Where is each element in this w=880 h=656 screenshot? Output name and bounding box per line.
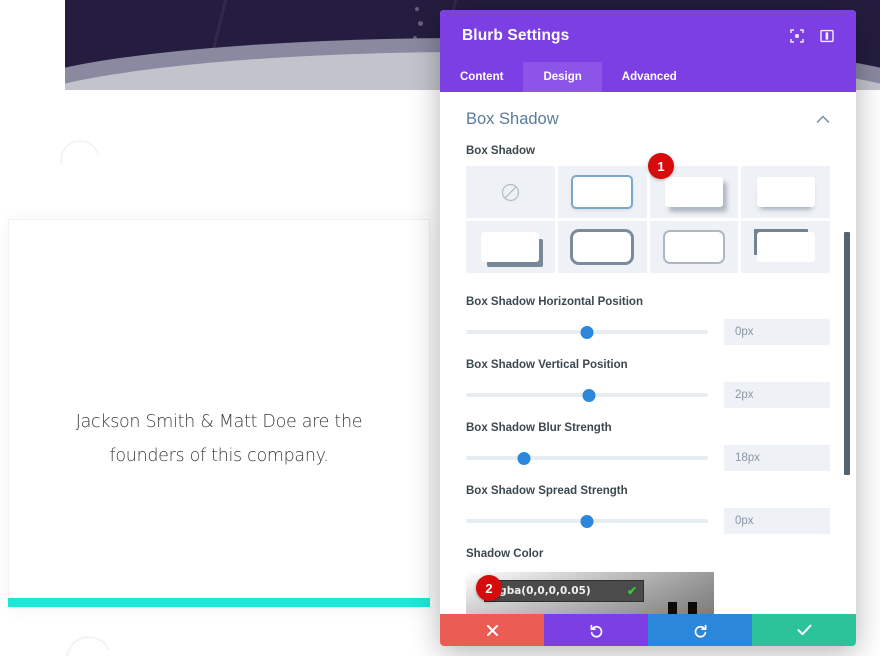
- preset-swatch: [756, 177, 815, 207]
- slider-track[interactable]: [466, 513, 708, 529]
- box-shadow-preset-none[interactable]: [466, 166, 555, 218]
- modal-tab-bar: Content Design Advanced: [440, 62, 856, 92]
- tab-design[interactable]: Design: [523, 62, 602, 92]
- slider-track-fill: [466, 456, 708, 460]
- preset-swatch: [664, 232, 723, 262]
- blurb-description: Jackson Smith & Matt Doe are the founder…: [75, 412, 363, 466]
- settings-scrollbar-track[interactable]: [844, 92, 853, 614]
- blurb-module[interactable]: Jackson Smith & Matt Doe are the founder…: [8, 219, 430, 607]
- redo-button[interactable]: [648, 614, 752, 646]
- box-shadow-preset-5[interactable]: [466, 221, 555, 273]
- undo-button[interactable]: [544, 614, 648, 646]
- box-shadow-preset-8[interactable]: [741, 221, 830, 273]
- preset-swatch: [573, 177, 632, 207]
- save-button[interactable]: [752, 614, 856, 646]
- settings-scrollbar-thumb[interactable]: [844, 232, 850, 475]
- slider-track[interactable]: [466, 324, 708, 340]
- slider-blur-strength: Box Shadow Blur Strength 18px: [466, 422, 830, 471]
- blurb-settings-modal: Blurb Settings Content Design Advanced B…: [440, 10, 856, 646]
- cancel-button[interactable]: [440, 614, 544, 646]
- slider-label: Box Shadow Horizontal Position: [466, 296, 643, 308]
- shadow-color-picker[interactable]: rgba(0,0,0,0.05) ✔ 2: [466, 572, 714, 614]
- slider-handle[interactable]: [517, 451, 531, 465]
- shadow-color-input[interactable]: rgba(0,0,0,0.05) ✔: [484, 580, 644, 602]
- tab-content[interactable]: Content: [440, 62, 523, 92]
- slider-spread-strength: Box Shadow Spread Strength 0px: [466, 485, 830, 534]
- blurb-accent-bar: [8, 598, 430, 607]
- box-shadow-preset-4[interactable]: [741, 166, 830, 218]
- modal-body: Box Shadow Box Shadow 1 Box Shadow Horiz…: [440, 92, 856, 614]
- slider-horizontal-position: Box Shadow Horizontal Position 0px: [466, 296, 830, 345]
- box-shadow-preset-grid: 1: [466, 153, 830, 273]
- hero-dot: [415, 7, 419, 11]
- slider-value-input[interactable]: 2px: [724, 382, 830, 408]
- hue-slider[interactable]: [668, 602, 677, 614]
- layout-panel-icon[interactable]: [814, 23, 840, 49]
- box-shadow-section-header[interactable]: Box Shadow: [466, 110, 830, 145]
- slider-value-input[interactable]: 0px: [724, 319, 830, 345]
- shadow-color-label: Shadow Color: [466, 548, 544, 560]
- tab-advanced[interactable]: Advanced: [602, 62, 697, 92]
- slider-vertical-position: Box Shadow Vertical Position 2px: [466, 359, 830, 408]
- slider-handle[interactable]: [580, 514, 594, 528]
- decorative-swirl: [59, 629, 119, 656]
- chevron-up-icon[interactable]: [816, 111, 830, 129]
- slider-value-input[interactable]: 18px: [724, 445, 830, 471]
- screen: Jackson Smith & Matt Doe are the founder…: [0, 0, 880, 656]
- settings-scroll-area: Box Shadow Box Shadow 1 Box Shadow Horiz…: [440, 92, 856, 614]
- box-shadow-preset-6[interactable]: [557, 221, 647, 273]
- box-shadow-preset-7[interactable]: [649, 221, 739, 273]
- modal-footer: [440, 614, 856, 646]
- alpha-slider[interactable]: [688, 602, 697, 614]
- slider-label: Box Shadow Blur Strength: [466, 422, 612, 434]
- box-shadow-field-label: Box Shadow: [466, 145, 536, 157]
- hero-dot: [418, 21, 423, 26]
- preset-swatch: [573, 232, 632, 262]
- annotation-badge-2: 2: [476, 575, 502, 601]
- slider-label: Box Shadow Spread Strength: [466, 485, 628, 497]
- slider-value-input[interactable]: 0px: [724, 508, 830, 534]
- slider-track[interactable]: [466, 450, 708, 466]
- preset-swatch: [756, 232, 815, 262]
- section-title: Box Shadow: [466, 110, 559, 128]
- expand-icon[interactable]: [784, 23, 810, 49]
- box-shadow-preset-2[interactable]: [557, 166, 647, 218]
- check-icon[interactable]: ✔: [627, 584, 637, 598]
- preset-swatch: [664, 177, 723, 207]
- annotation-badge-1: 1: [648, 153, 674, 179]
- slider-track[interactable]: [466, 387, 708, 403]
- modal-title: Blurb Settings: [462, 27, 570, 44]
- slider-label: Box Shadow Vertical Position: [466, 359, 628, 371]
- preset-swatch: [481, 232, 540, 262]
- shadow-color-value: rgba(0,0,0,0.05): [494, 585, 591, 597]
- modal-header: Blurb Settings: [440, 10, 856, 62]
- decorative-swirl: [52, 132, 108, 188]
- slider-handle[interactable]: [580, 325, 594, 339]
- slider-handle[interactable]: [582, 388, 596, 402]
